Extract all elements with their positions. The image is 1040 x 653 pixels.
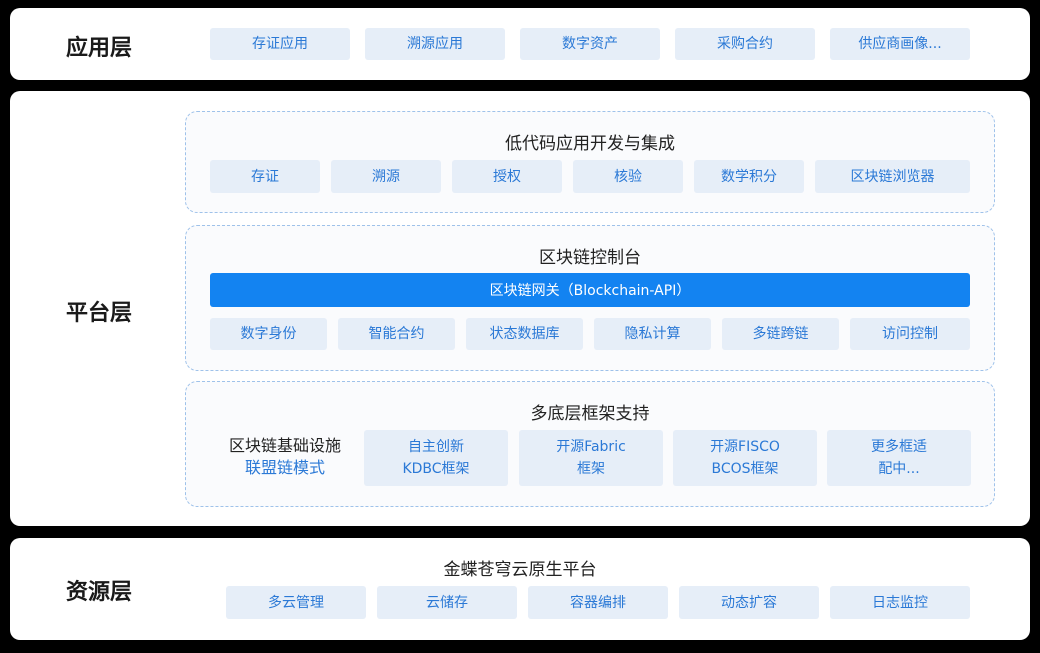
lowcode-item-points[interactable]: 数学积分 — [694, 160, 804, 193]
console-item-cross-chain[interactable]: 多链跨链 — [722, 318, 839, 350]
resource-layer-subtitle: 金蝶苍穹云原生平台 — [443, 560, 597, 580]
application-layer-panel: 应用层 存证应用 溯源应用 数字资产 采购合约 供应商画像... — [10, 8, 1030, 80]
platform-layer-panel: 平台层 低代码应用开发与集成 存证 溯源 授权 核验 数学积分 区块链浏览器 区… — [10, 91, 1030, 526]
platform-layer-title: 平台层 — [66, 301, 133, 326]
console-item-digital-identity[interactable]: 数字身份 — [210, 318, 327, 350]
app-item-procurement-contract[interactable]: 采购合约 — [675, 28, 815, 60]
lowcode-item-verification[interactable]: 核验 — [573, 160, 683, 193]
framework-item-fabric-line2: 框架 — [577, 461, 605, 477]
framework-item-more-line1: 更多框适 — [871, 439, 927, 455]
framework-item-fabric[interactable]: 开源Fabric 框架 — [519, 430, 663, 486]
console-item-smart-contract[interactable]: 智能合约 — [338, 318, 455, 350]
framework-item-fabric-line1: 开源Fabric — [556, 439, 626, 455]
app-item-digital-assets[interactable]: 数字资产 — [520, 28, 660, 60]
framework-item-kdbc-line2: KDBC框架 — [402, 461, 470, 477]
console-item-state-database[interactable]: 状态数据库 — [466, 318, 583, 350]
framework-item-fisco-line1: 开源FISCO — [710, 439, 780, 455]
framework-item-kdbc[interactable]: 自主创新 KDBC框架 — [364, 430, 508, 486]
resource-item-multicloud[interactable]: 多云管理 — [226, 586, 366, 619]
resource-item-container-orchestration[interactable]: 容器编排 — [528, 586, 668, 619]
framework-item-fisco-line2: BCOS框架 — [711, 461, 779, 477]
console-section-title: 区块链控制台 — [539, 248, 641, 268]
console-item-access-control[interactable]: 访问控制 — [850, 318, 970, 350]
framework-item-more-line2: 配中... — [878, 461, 920, 477]
infrastructure-label-line1: 区块链基础设施 — [228, 436, 341, 455]
resource-item-cloud-storage[interactable]: 云储存 — [377, 586, 517, 619]
resource-layer-panel: 资源层 金蝶苍穹云原生平台 多云管理 云储存 容器编排 动态扩容 日志监控 — [10, 538, 1030, 640]
lowcode-item-evidence[interactable]: 存证 — [210, 160, 320, 193]
lowcode-item-authorization[interactable]: 授权 — [452, 160, 562, 193]
app-item-supplier-profile[interactable]: 供应商画像... — [830, 28, 970, 60]
console-item-privacy-computing[interactable]: 隐私计算 — [594, 318, 711, 350]
infrastructure-label: 区块链基础设施 联盟链模式 — [210, 435, 360, 479]
framework-item-more[interactable]: 更多框适 配中... — [827, 430, 971, 486]
app-item-evidence[interactable]: 存证应用 — [210, 28, 350, 60]
app-item-traceability[interactable]: 溯源应用 — [365, 28, 505, 60]
lowcode-section-title: 低代码应用开发与集成 — [505, 134, 675, 154]
infrastructure-label-line2: 联盟链模式 — [244, 458, 325, 477]
lowcode-item-explorer[interactable]: 区块链浏览器 — [815, 160, 970, 193]
lowcode-item-traceability[interactable]: 溯源 — [331, 160, 441, 193]
resource-item-log-monitoring[interactable]: 日志监控 — [830, 586, 970, 619]
framework-section-title: 多底层框架支持 — [530, 404, 650, 424]
framework-item-kdbc-line1: 自主创新 — [408, 439, 464, 455]
resource-item-autoscaling[interactable]: 动态扩容 — [679, 586, 819, 619]
blockchain-gateway-bar[interactable]: 区块链网关（Blockchain-API） — [210, 273, 970, 307]
application-layer-title: 应用层 — [66, 36, 133, 61]
framework-item-fisco[interactable]: 开源FISCO BCOS框架 — [673, 430, 817, 486]
